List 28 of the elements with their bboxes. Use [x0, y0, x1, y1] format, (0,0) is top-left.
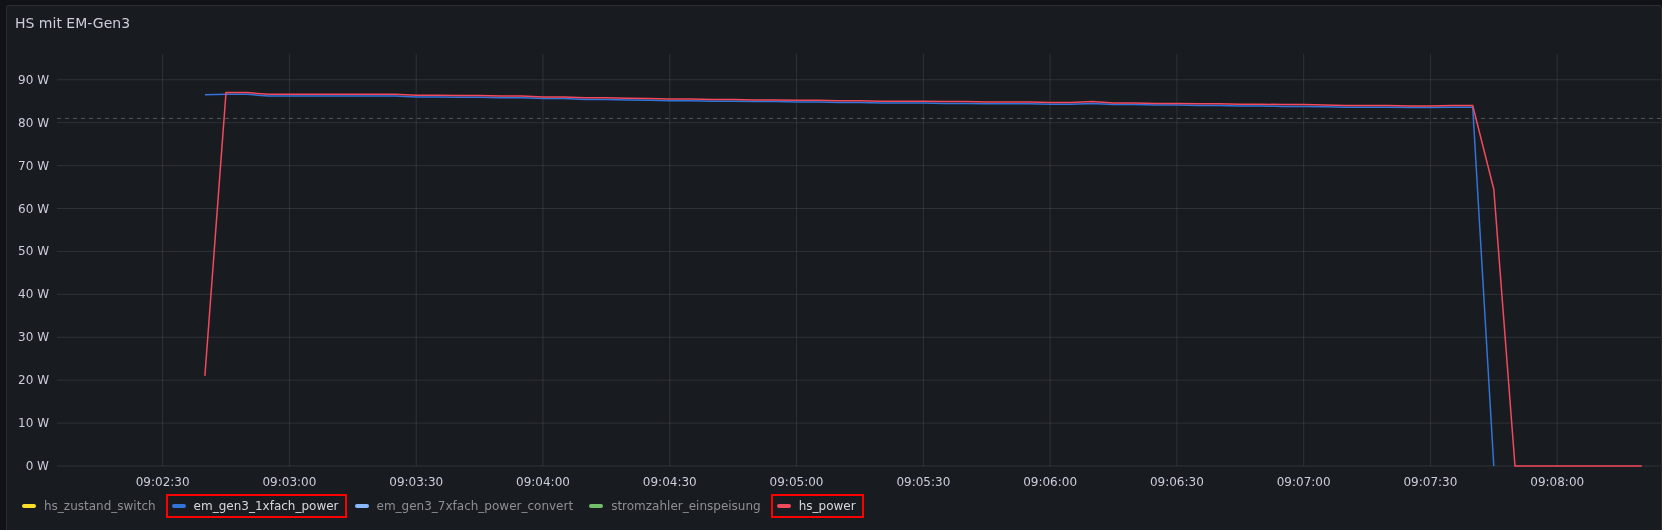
axis-label: 09:07:00	[1276, 475, 1331, 489]
axis-label: 09:03:30	[389, 475, 444, 489]
legend-item[interactable]: em_gen3_1xfach_power	[165, 494, 347, 518]
axis-label: 09:04:00	[516, 475, 570, 489]
axis-label: 09:07:30	[1403, 475, 1458, 489]
axis-label: 70 W	[18, 158, 49, 173]
axis-label: 09:05:30	[896, 475, 951, 489]
legend-item[interactable]: hs_power	[770, 494, 864, 518]
axis-label: 09:06:30	[1149, 475, 1204, 489]
axis-label: 20 W	[18, 373, 49, 388]
axis-label: 0 W	[25, 459, 49, 473]
axis-label: 09:08:00	[1530, 475, 1585, 489]
legend-item[interactable]: hs_zustand_switch	[16, 494, 164, 518]
axis-label: 80 W	[18, 115, 49, 130]
axis-label: 09:06:00	[1023, 475, 1078, 489]
axis-label: 09:04:30	[642, 475, 697, 489]
axis-label: 90 W	[18, 72, 49, 87]
legend-item[interactable]: em_gen3_7xfach_power_convert	[348, 494, 582, 518]
axis-label: 09:05:00	[769, 475, 824, 489]
panel-title: HS mit EM-Gen3	[14, 14, 132, 31]
axis-label: 09:03:00	[262, 475, 317, 489]
axis-label: 40 W	[18, 287, 49, 302]
axis-label: 30 W	[18, 330, 49, 345]
axis-label: 60 W	[18, 201, 49, 216]
axis-label: 50 W	[18, 244, 49, 259]
axis-label: 10 W	[18, 416, 49, 431]
axis-label: 09:02:30	[135, 475, 190, 489]
legend-item[interactable]: stromzahler_einspeisung	[583, 494, 769, 518]
